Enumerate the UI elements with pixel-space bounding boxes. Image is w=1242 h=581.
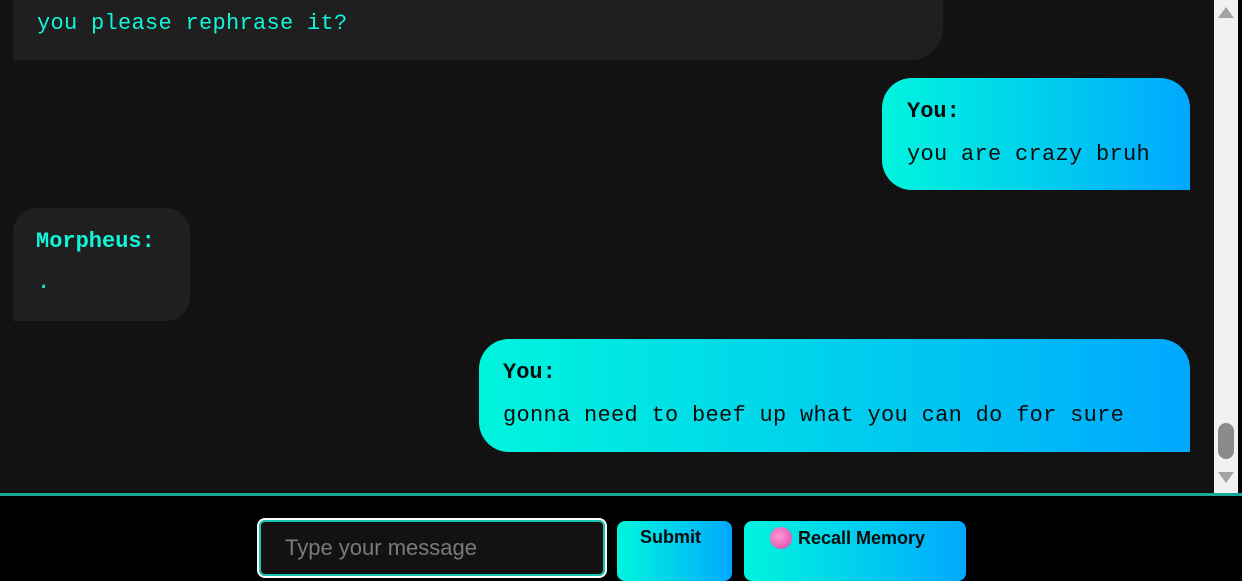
user-message: You: you are crazy bruh <box>882 78 1190 190</box>
bot-message: Morpheus: . <box>13 208 190 321</box>
bot-message: you please rephrase it? <box>13 0 943 60</box>
brain-icon <box>770 527 792 549</box>
speaker-label: Morpheus: <box>36 229 155 254</box>
recall-label: Recall Memory <box>798 528 926 548</box>
scroll-down-arrow-icon[interactable] <box>1218 472 1234 483</box>
recall-memory-button[interactable]: Recall Memory <box>744 521 966 581</box>
message-text: you are crazy bruh <box>907 142 1151 167</box>
scroll-thumb[interactable] <box>1218 423 1234 459</box>
speaker-label: You: <box>907 99 960 124</box>
speaker-label: You: <box>503 360 556 385</box>
user-message: You: gonna need to beef up what you can … <box>479 339 1190 452</box>
scroll-up-arrow-icon[interactable] <box>1218 7 1234 18</box>
submit-button[interactable]: Submit <box>617 521 732 581</box>
submit-label: Submit <box>640 527 701 547</box>
message-text: you please rephrase it? <box>37 11 348 36</box>
message-input[interactable] <box>257 518 607 578</box>
recall-label-wrap: Recall Memory <box>770 527 925 549</box>
chat-scrollbar[interactable] <box>1214 0 1238 493</box>
message-text: gonna need to beef up what you can do fo… <box>503 403 1125 428</box>
message-text: . <box>37 270 51 295</box>
chat-log: you please rephrase it? You: you are cra… <box>0 0 1214 493</box>
input-bar: Submit Recall Memory <box>0 493 1242 581</box>
